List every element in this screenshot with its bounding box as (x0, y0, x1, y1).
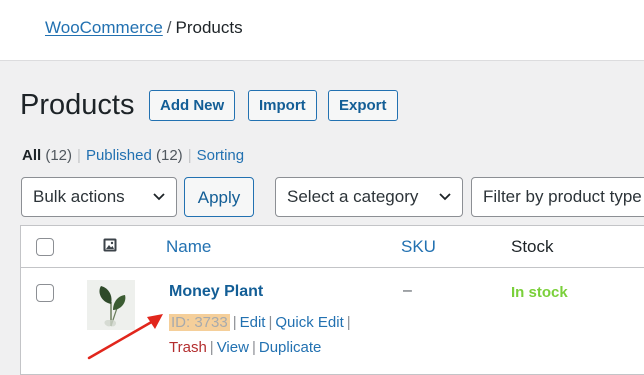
column-sku-header[interactable]: SKU (401, 237, 436, 257)
bulk-actions-value: Bulk actions (33, 187, 125, 206)
row-checkbox[interactable] (36, 284, 54, 302)
trash-link[interactable]: Trash (169, 339, 207, 356)
status-filter-links: All (12) | Published (12) | Sorting (22, 147, 244, 164)
select-all-checkbox[interactable] (36, 238, 54, 256)
product-sku: – (403, 282, 412, 299)
breadcrumb: WooCommerce / Products (45, 18, 243, 38)
category-filter-select[interactable]: Select a category (275, 177, 463, 217)
product-id: ID: 3733 (169, 314, 230, 331)
import-button[interactable]: Import (248, 90, 317, 121)
duplicate-link[interactable]: Duplicate (259, 339, 322, 356)
filter-divider: | (187, 147, 192, 164)
filter-published-count: (12) (156, 147, 183, 164)
column-name-header[interactable]: Name (166, 237, 211, 257)
stock-status: In stock (511, 284, 568, 301)
image-icon (103, 238, 117, 257)
product-type-filter-value: Filter by product type (483, 187, 642, 206)
filter-all[interactable]: All (22, 147, 41, 164)
quick-edit-link[interactable]: Quick Edit (275, 314, 343, 331)
export-button[interactable]: Export (328, 90, 398, 121)
breadcrumb-separator: / (166, 18, 172, 37)
column-stock-header: Stock (511, 237, 554, 256)
apply-button[interactable]: Apply (184, 177, 254, 217)
top-header-bar: WooCommerce / Products (0, 0, 644, 61)
view-link[interactable]: View (217, 339, 249, 356)
filter-sorting[interactable]: Sorting (197, 147, 245, 164)
breadcrumb-current: Products (175, 18, 243, 37)
category-filter-value: Select a category (287, 187, 419, 206)
page-title: Products (20, 89, 135, 121)
breadcrumb-woocommerce-link[interactable]: WooCommerce (45, 18, 163, 37)
add-new-button[interactable]: Add New (149, 90, 236, 121)
edit-link[interactable]: Edit (240, 314, 266, 331)
filter-published[interactable]: Published (86, 147, 152, 164)
product-name-link[interactable]: Money Plant (169, 283, 263, 301)
product-type-filter-select[interactable]: Filter by product type (471, 177, 644, 217)
filter-divider: | (77, 147, 81, 164)
bulk-actions-select[interactable]: Bulk actions (21, 177, 177, 217)
filter-all-count: (12) (45, 147, 73, 164)
products-table: Name SKU Stock Money Plant ID: 3733 | Edit… (20, 225, 644, 375)
chevron-down-icon (152, 178, 166, 216)
row-actions: ID: 3733 | Edit | Quick Edit | Trash | View | Dupl… (169, 314, 351, 356)
product-thumbnail[interactable] (87, 280, 135, 330)
table-header: Name SKU Stock (21, 226, 644, 268)
chevron-down-icon (438, 178, 452, 216)
